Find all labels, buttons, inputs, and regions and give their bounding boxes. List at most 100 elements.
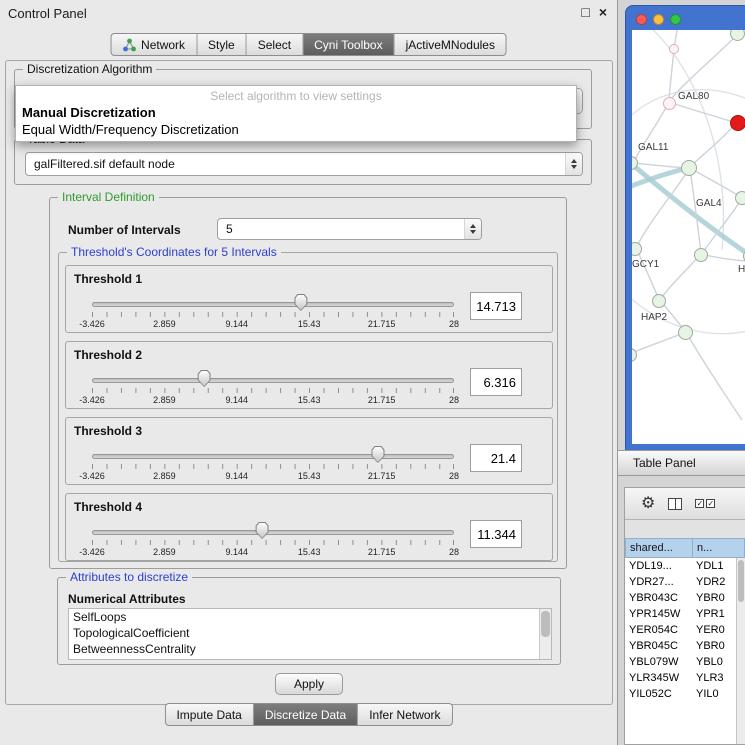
control-panel-titlebar: Control Panel □ × [0,0,617,26]
close-traffic-icon[interactable] [636,14,647,25]
table-rows: YDL19...YDL1 YDR27...YDR2 YBR043CYBR0 YP… [625,558,736,744]
slider-track[interactable] [92,302,454,307]
combo-spinner-icon[interactable] [464,219,481,239]
tab-label: Network [141,38,185,52]
float-window-icon[interactable]: □ [581,3,589,21]
threshold-4-value-field[interactable]: 11.344 [470,520,522,548]
scrollbar-thumb[interactable] [541,611,550,637]
dropdown-placeholder: Select algorithm to view settings [16,86,576,104]
table-scrollbar[interactable] [736,558,745,744]
table-panel-header: Table Panel [618,450,745,476]
close-icon[interactable]: × [599,3,607,21]
threshold-label: Threshold 2 [74,348,142,362]
table-row[interactable]: YDR27...YDR2 [625,574,736,590]
network-node-gal80[interactable] [663,97,676,110]
network-node[interactable] [735,191,745,205]
num-intervals-combo[interactable]: 5 [217,218,482,240]
threshold-2-section: Threshold 2 -3.426 2.859 9.144 15.43 21.… [65,341,553,409]
slider-handle[interactable] [256,522,269,539]
tab-infer-network[interactable]: Infer Network [358,704,451,725]
threshold-3-value-field[interactable]: 21.4 [470,444,522,472]
tab-style[interactable]: Style [197,34,247,55]
network-canvas[interactable]: GAL80 GAL11 GAL4 GCY1 H HAP2 [632,30,745,444]
table-row[interactable]: YER054CYER0 [625,622,736,638]
right-panel: GAL80 GAL11 GAL4 GCY1 H HAP2 Table Panel… [618,0,745,745]
tab-label: Style [208,38,235,52]
combo-spinner-icon[interactable] [565,153,582,175]
slider-handle[interactable] [294,294,307,311]
network-node-gal4[interactable] [681,160,697,176]
table-panel: ⚙ ✓✓ shared... n... YDL19...YDL1 YDR27..… [624,487,745,745]
tab-label: Select [258,38,291,52]
threshold-2-value-field[interactable]: 6.316 [470,368,522,396]
network-icon [122,38,136,52]
threshold-3-slider[interactable]: -3.426 2.859 9.144 15.43 21.715 28 [92,444,454,484]
dropdown-option-manual-discretization[interactable]: Manual Discretization [16,104,576,121]
dropdown-option-equal-width-frequency[interactable]: Equal Width/Frequency Discretization [16,121,576,138]
gear-icon[interactable]: ⚙ [641,496,655,512]
slider-handle[interactable] [198,370,211,387]
table-row[interactable]: YBR045CYBR0 [625,638,736,654]
threshold-1-slider[interactable]: -3.426 2.859 9.144 15.43 21.715 28 [92,292,454,332]
table-data-group: Table Data galFiltered.sif default node [14,139,592,185]
group-title: Discretization Algorithm [23,62,156,76]
group-title: Attributes to discretize [66,570,192,584]
table-row[interactable]: YPR145WYPR1 [625,606,736,622]
node-label: GAL4 [696,198,722,209]
table-row[interactable]: YBR043CYBR0 [625,590,736,606]
slider-track[interactable] [92,530,454,535]
apply-button[interactable]: Apply [275,673,343,695]
num-intervals-label: Number of Intervals [68,223,181,237]
list-item[interactable]: TopologicalCoefficient [69,625,551,641]
table-row[interactable]: YDL19...YDL1 [625,558,736,574]
minimize-traffic-icon[interactable] [653,14,664,25]
top-tab-bar: Network Style Select Cyni Toolbox jActiv… [110,33,507,56]
slider-handle[interactable] [371,446,384,463]
tab-label: Discretize Data [265,708,346,722]
tab-jactivemnodules[interactable]: jActiveMNodules [395,34,506,55]
attributes-group: Attributes to discretize Numerical Attri… [57,577,561,665]
column-header-name[interactable]: n... [693,538,745,558]
threshold-4-slider[interactable]: -3.426 2.859 9.144 15.43 21.715 28 [92,520,454,560]
algorithm-dropdown-list: Select algorithm to view settings Manual… [15,85,577,142]
slider-track[interactable] [92,378,454,383]
table-row[interactable]: YIL052CYIL0 [625,686,736,702]
table-data-combo[interactable]: galFiltered.sif default node [25,152,583,176]
table-row[interactable]: YBL079WYBL0 [625,654,736,670]
threshold-3-section: Threshold 3 -3.426 2.859 9.144 15.43 21.… [65,417,553,485]
tab-cyni-toolbox[interactable]: Cyni Toolbox [303,34,394,55]
group-title: Threshold's Coordinates for 5 Intervals [67,245,281,259]
slider-ticks [92,312,454,317]
list-scrollbar[interactable] [539,609,551,659]
column-header-shared-name[interactable]: shared... [625,538,693,558]
bottom-tab-bar: Impute Data Discretize Data Infer Networ… [164,703,452,726]
network-node[interactable] [694,248,708,262]
threshold-4-section: Threshold 4 -3.426 2.859 9.144 15.43 21.… [65,493,553,561]
network-node-hap2[interactable] [652,294,666,308]
network-node-highlighted[interactable] [730,115,745,131]
zoom-traffic-icon[interactable] [670,14,681,25]
threshold-2-slider[interactable]: -3.426 2.859 9.144 15.43 21.715 28 [92,368,454,408]
threshold-label: Threshold 1 [74,272,142,286]
tab-select[interactable]: Select [247,34,303,55]
scrollbar-thumb[interactable] [738,560,744,602]
tab-network[interactable]: Network [111,34,197,55]
tab-impute-data[interactable]: Impute Data [165,704,253,725]
table-row[interactable]: YLR345WYLR3 [625,670,736,686]
list-item[interactable]: SelfLoops [69,609,551,625]
threshold-1-value-field[interactable]: 14.713 [470,292,522,320]
table-column-headers: shared... n... [625,538,745,558]
network-view-window: GAL80 GAL11 GAL4 GCY1 H HAP2 [625,5,745,451]
node-label: H [738,264,745,275]
select-columns-icon[interactable]: ✓✓ [695,499,717,508]
combo-value: galFiltered.sif default node [34,157,175,171]
tab-discretize-data[interactable]: Discretize Data [254,704,358,725]
columns-icon[interactable] [668,498,682,510]
network-node[interactable] [669,44,679,54]
slider-track[interactable] [92,454,454,459]
threshold-label: Threshold 4 [74,500,142,514]
control-panel-window: Control Panel □ × Network Style Select C… [0,0,618,745]
list-item[interactable]: BetweennessCentrality [69,641,551,657]
threshold-1-section: Threshold 1 -3.426 2.859 9.144 15.43 21.… [65,265,553,333]
network-node[interactable] [678,325,693,340]
